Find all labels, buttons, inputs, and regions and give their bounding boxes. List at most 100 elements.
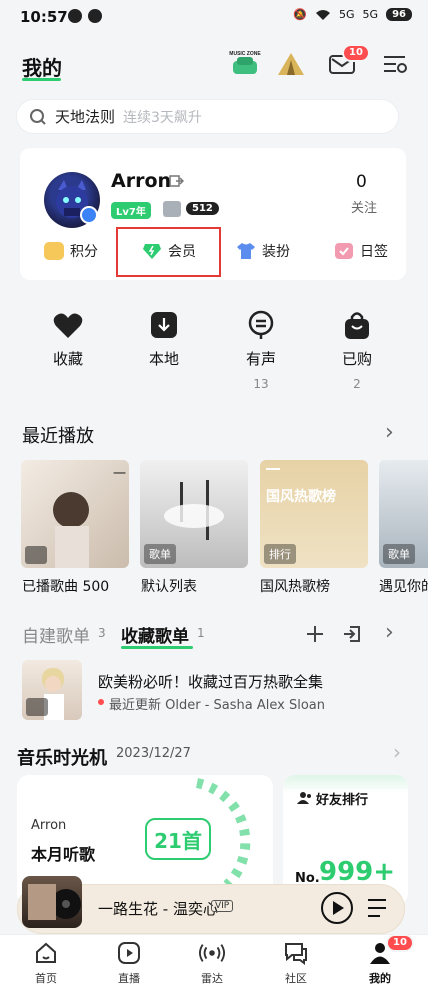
update-dot (98, 699, 104, 705)
search-icon (30, 108, 46, 125)
nav-community[interactable]: 社区 (266, 940, 326, 986)
level-badge[interactable]: Lv7年 (111, 202, 151, 219)
shortcut-purchased[interactable]: 已购 2 (322, 310, 392, 391)
mail-icon[interactable]: 10 (325, 44, 370, 80)
daily-sign-label: 日签 (360, 244, 388, 260)
dressup-link[interactable]: 装扮 (236, 241, 290, 261)
shortcut-label: 有声 (245, 350, 276, 368)
item-tag: 排行 (264, 544, 296, 564)
cover-title: 国风热歌榜 (266, 489, 336, 505)
membership-highlight (116, 227, 221, 277)
cover-vertical-title: 一 (113, 467, 126, 482)
time-machine-date: 2023/12/27 (116, 746, 191, 761)
shortcut-count: 13 (253, 377, 269, 391)
friends-icon (297, 792, 311, 804)
edit-profile-icon[interactable] (168, 173, 184, 189)
nav-live[interactable]: 直播 (99, 940, 159, 986)
recent-item-card[interactable]: 歌单 (140, 460, 248, 568)
recent-item-card[interactable]: 国风热歌榜 排行 (260, 460, 368, 568)
playlist-title[interactable]: 欧美粉必听！收藏过百万热歌全集 (98, 671, 323, 692)
search-query: 天地法则 (55, 108, 116, 126)
download-icon (149, 310, 179, 340)
recent-item-label[interactable]: 默认列表 (141, 576, 197, 596)
radar-icon (199, 940, 225, 966)
vip-status-icon[interactable] (163, 201, 181, 217)
chat-bubbles-icon (283, 940, 309, 966)
shortcut-label: 已购 (341, 350, 372, 368)
chevron-right-icon[interactable]: › (385, 420, 394, 445)
chevron-right-icon[interactable]: › (393, 740, 401, 764)
settings-menu-icon[interactable] (378, 48, 412, 80)
play-icon (26, 698, 48, 716)
qq-badge-icon (80, 206, 98, 224)
tab-created[interactable]: 自建歌单 (22, 622, 90, 647)
calendar-check-icon (335, 243, 353, 259)
recent-item-card[interactable]: 一 (21, 460, 129, 568)
month-listen-label: 本月听歌 (31, 845, 96, 864)
daily-sign-link[interactable]: 日签 (334, 241, 388, 261)
svg-text:MUSIC ZONE: MUSIC ZONE (229, 51, 261, 57)
cover-dash (266, 468, 280, 470)
nav-label: 首页 (35, 972, 57, 985)
follow-count[interactable]: 0 (356, 172, 367, 192)
tent-icon[interactable] (274, 48, 308, 80)
import-icon[interactable] (342, 624, 362, 644)
points-link[interactable]: 积分 (44, 241, 98, 261)
tab-collected[interactable]: 收藏歌单 (121, 622, 189, 647)
mute-icon: 🔕 (293, 8, 308, 21)
recent-item-label[interactable]: 遇见你的 (379, 576, 428, 596)
shopping-bag-icon (342, 310, 372, 340)
music-zone-icon[interactable]: MUSIC ZONE (228, 48, 262, 80)
tab-collected-count: 1 (197, 626, 205, 640)
notification-icons (68, 9, 102, 23)
nav-radar[interactable]: 雷达 (182, 940, 242, 986)
shortcut-audio[interactable]: 有声 13 (226, 310, 296, 391)
page-title: 我的 (22, 56, 62, 80)
month-song-count: 21首 (145, 818, 211, 860)
nav-label: 雷达 (201, 972, 223, 985)
mail-badge: 10 (342, 44, 370, 62)
status-bar: 10:57 🔕 5G 5G 96 (0, 0, 428, 34)
chevron-right-icon[interactable]: › (385, 620, 394, 645)
search-bar[interactable]: 天地法则 连续3天飙升 (16, 99, 399, 134)
nav-home[interactable]: 首页 (16, 940, 76, 986)
shortcut-local[interactable]: 本地 (129, 310, 199, 369)
playlist-queue-icon[interactable] (366, 897, 390, 919)
points-badge[interactable]: 512 (186, 202, 219, 215)
points-label: 积分 (70, 244, 98, 260)
username[interactable]: Arron (111, 170, 171, 192)
signal-icon: 5G (339, 8, 355, 21)
shortcut-count: 2 (353, 377, 361, 391)
nav-label: 我的 (369, 972, 391, 985)
heart-icon (53, 310, 83, 340)
friends-rank-title: 好友排行 (316, 793, 369, 808)
nav-label: 社区 (285, 972, 307, 985)
shortcut-label: 收藏 (52, 350, 83, 368)
player-title[interactable]: 一路生花 - 温奕心 (98, 898, 218, 919)
follow-label[interactable]: 关注 (351, 197, 377, 216)
wifi-icon (316, 9, 331, 20)
friends-rank-value: 999+ (319, 857, 396, 887)
dressup-label: 装扮 (262, 244, 290, 260)
player-cover[interactable] (22, 876, 82, 928)
nav-me[interactable]: 我的 10 (350, 934, 414, 986)
tab-indicator (121, 646, 193, 649)
status-right: 🔕 5G 5G 96 (293, 8, 412, 21)
playlist-thumbnail[interactable] (22, 660, 82, 720)
time-machine-title: 音乐时光机 (17, 748, 107, 769)
play-button-icon[interactable] (320, 891, 354, 925)
status-time: 10:57 (20, 8, 68, 26)
recent-section-title: 最近播放 (22, 426, 94, 447)
recent-item-card[interactable]: 歌单 (379, 460, 428, 568)
title-underline (22, 78, 61, 81)
notification-icon (68, 9, 82, 23)
battery-icon: 96 (386, 8, 412, 21)
add-icon[interactable] (305, 624, 325, 644)
microphone-icon (246, 310, 276, 340)
play-icon (25, 546, 47, 564)
piggy-bank-icon (44, 242, 64, 260)
shortcut-favorites[interactable]: 收藏 (33, 310, 103, 369)
recent-item-label[interactable]: 国风热歌榜 (260, 576, 330, 596)
live-play-icon (116, 940, 142, 966)
recent-item-label[interactable]: 已播歌曲 500 (22, 576, 109, 596)
